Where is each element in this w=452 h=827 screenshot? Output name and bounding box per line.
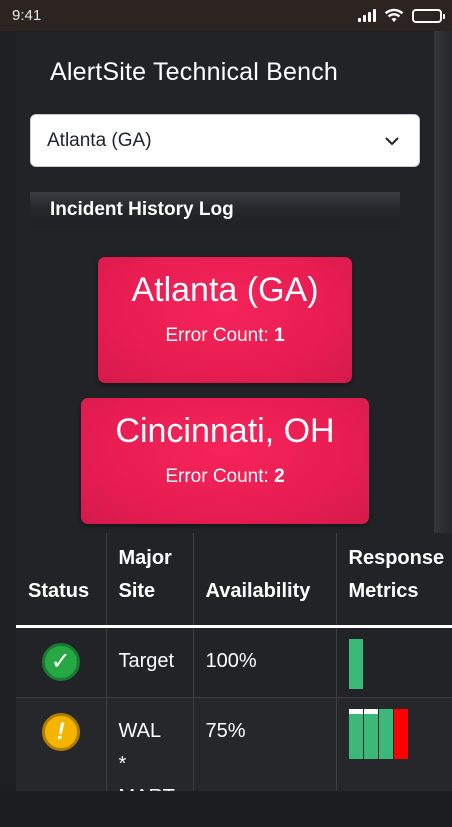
- incident-card-city: Cincinnati, OH: [115, 412, 335, 450]
- response-metric-bar: [348, 708, 363, 759]
- column-header-availability[interactable]: Availability: [192, 533, 337, 628]
- panel-scroll-edge: [434, 31, 452, 533]
- incident-card[interactable]: Atlanta (GA) Error Count: 1: [98, 257, 352, 383]
- incident-log-title: Incident History Log: [50, 199, 234, 220]
- check-circle-icon: ✓: [41, 642, 80, 681]
- error-count-value: 1: [274, 325, 285, 346]
- incident-log-header: Incident History Log: [30, 192, 400, 228]
- response-metrics-cell: [335, 696, 452, 791]
- exclamation-circle-icon: !: [41, 712, 80, 751]
- response-metrics-bars: [348, 638, 452, 689]
- error-count-label: Error Count:: [165, 466, 269, 487]
- site-cell: Target: [105, 625, 194, 698]
- incident-card[interactable]: Cincinnati, OH Error Count: 2: [81, 398, 369, 524]
- battery-icon: [412, 8, 445, 23]
- incident-card-city: Atlanta (GA): [131, 271, 319, 309]
- incident-card-count: Error Count: 1: [98, 325, 352, 347]
- site-cell: WAL * MART: [105, 696, 194, 791]
- response-metric-bar: [363, 708, 378, 759]
- column-header-status[interactable]: Status: [16, 533, 107, 628]
- response-metric-bar: [393, 708, 408, 759]
- clock: 9:41: [12, 7, 42, 24]
- table-row[interactable]: ! WAL * MART 75%: [16, 696, 452, 791]
- status-bar: 9:41: [0, 0, 452, 31]
- column-header-response-metrics[interactable]: Response Metrics: [335, 533, 452, 628]
- error-count-label: Error Count:: [165, 325, 269, 346]
- site-select[interactable]: Atlanta (GA): [30, 114, 420, 167]
- table-row[interactable]: ✓ Target 100%: [16, 625, 452, 698]
- status-cell: ✓: [16, 625, 107, 698]
- response-metric-bar: [348, 638, 363, 689]
- response-metrics-cell: [335, 625, 452, 698]
- wifi-icon: [384, 8, 404, 22]
- status-cell: !: [16, 696, 107, 791]
- app-title: AlertSite Technical Bench: [50, 58, 339, 86]
- chevron-down-icon: [385, 137, 399, 145]
- cellular-signal-icon: [358, 9, 376, 22]
- availability-cell: 100%: [192, 625, 337, 698]
- incident-card-count: Error Count: 2: [81, 466, 369, 488]
- status-icons: [358, 8, 445, 23]
- response-metrics-bars: [348, 708, 452, 759]
- site-select-value: Atlanta (GA): [47, 129, 152, 151]
- site-status-table[interactable]: Status Major Site Availability Response …: [16, 533, 452, 791]
- bottom-bar: [0, 791, 452, 827]
- column-header-major-site[interactable]: Major Site: [105, 533, 194, 628]
- response-metric-bar: [378, 708, 393, 759]
- availability-cell: 75%: [192, 696, 337, 791]
- error-count-value: 2: [274, 466, 285, 487]
